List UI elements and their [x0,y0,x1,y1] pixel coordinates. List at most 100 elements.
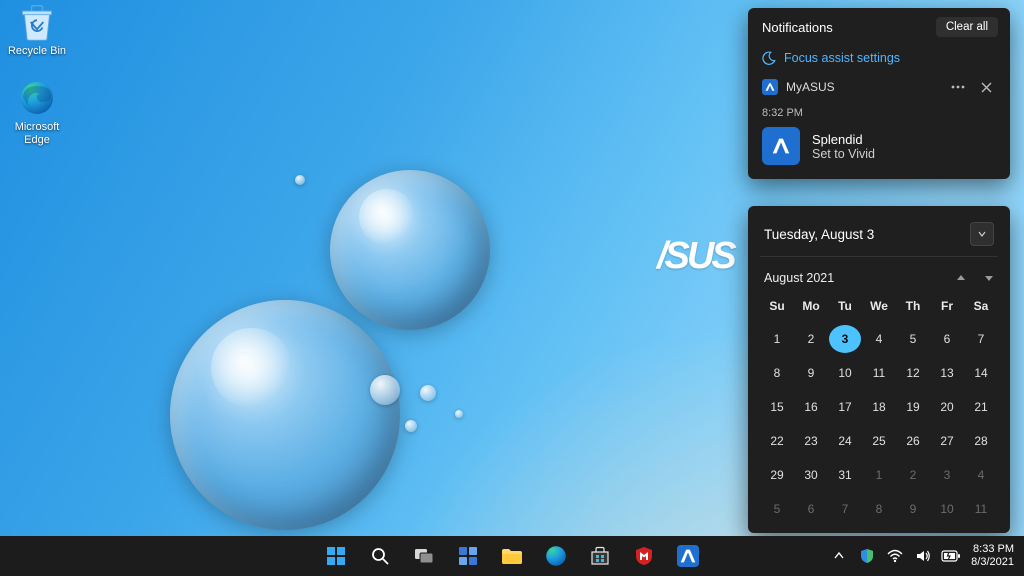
widgets-icon [458,546,478,566]
taskbar-clock[interactable]: 8:33 PM 8/3/2021 [967,543,1020,569]
calendar-day[interactable]: 7 [965,325,997,353]
volume-tray-button[interactable] [911,539,935,573]
wallpaper-bubble [330,170,490,330]
focus-assist-label: Focus assist settings [784,51,900,65]
calendar-day[interactable]: 5 [761,495,793,523]
myasus-taskbar-button[interactable] [669,539,707,573]
wallpaper-droplet [420,385,436,401]
notification-card[interactable]: MyASUS 8:32 PM Splendid Set to Vivid [760,75,998,167]
calendar-day[interactable]: 6 [931,325,963,353]
calendar-next-month-button[interactable] [984,273,994,283]
calendar-collapse-button[interactable] [970,222,994,246]
widgets-button[interactable] [449,539,487,573]
calendar-day[interactable]: 3 [829,325,861,353]
battery-icon [941,550,961,562]
calendar-day[interactable]: 6 [795,495,827,523]
calendar-day[interactable]: 16 [795,393,827,421]
calendar-day[interactable]: 24 [829,427,861,455]
calendar-day[interactable]: 23 [795,427,827,455]
calendar-day[interactable]: 11 [965,495,997,523]
calendar-day[interactable]: 4 [965,461,997,489]
calendar-day[interactable]: 10 [829,359,861,387]
calendar-day[interactable]: 9 [897,495,929,523]
file-explorer-button[interactable] [493,539,531,573]
calendar-day[interactable]: 8 [863,495,895,523]
taskbar: 8:33 PM 8/3/2021 [0,536,1024,576]
calendar-day[interactable]: 31 [829,461,861,489]
calendar-day[interactable]: 27 [931,427,963,455]
calendar-dow-header: Sa [964,295,998,319]
notification-more-button[interactable] [947,83,969,91]
mcafee-button[interactable] [625,539,663,573]
calendar-day[interactable]: 19 [897,393,929,421]
calendar-day[interactable]: 2 [897,461,929,489]
task-view-button[interactable] [405,539,443,573]
search-button[interactable] [361,539,399,573]
calendar-day[interactable]: 11 [863,359,895,387]
notifications-panel: Notifications Clear all Focus assist set… [748,8,1010,179]
wifi-tray-button[interactable] [883,539,907,573]
calendar-day[interactable]: 9 [795,359,827,387]
calendar-day[interactable]: 20 [931,393,963,421]
notification-time: 8:32 PM [760,101,998,127]
calendar-day[interactable]: 15 [761,393,793,421]
calendar-day[interactable]: 3 [931,461,963,489]
wallpaper-bubble [170,300,400,530]
wallpaper-droplet [295,175,305,185]
calendar-day[interactable]: 5 [897,325,929,353]
calendar-day[interactable]: 29 [761,461,793,489]
calendar-month-label[interactable]: August 2021 [764,271,834,285]
calendar-day[interactable]: 2 [795,325,827,353]
calendar-dow-header: Th [896,295,930,319]
recycle-bin-icon [17,2,57,42]
myasus-large-icon [762,127,800,165]
desktop-icon-label: Microsoft Edge [15,121,60,147]
desktop-icon-microsoft-edge[interactable]: Microsoft Edge [2,78,72,147]
myasus-icon [677,545,699,567]
wallpaper-droplet [455,410,463,418]
notification-close-button[interactable] [977,80,996,95]
focus-assist-link[interactable]: Focus assist settings [748,45,1010,75]
edge-taskbar-button[interactable] [537,539,575,573]
calendar-day[interactable]: 26 [897,427,929,455]
calendar-day[interactable]: 7 [829,495,861,523]
calendar-day[interactable]: 14 [965,359,997,387]
calendar-day[interactable]: 8 [761,359,793,387]
notifications-title: Notifications [762,20,833,35]
clock-time: 8:33 PM [971,543,1014,556]
calendar-day[interactable]: 1 [761,325,793,353]
calendar-panel: Tuesday, August 3 August 2021 SuMoTuWeTh… [748,206,1010,533]
calendar-day[interactable]: 4 [863,325,895,353]
start-button[interactable] [317,539,355,573]
calendar-day[interactable]: 22 [761,427,793,455]
desktop-icon-recycle-bin[interactable]: Recycle Bin [2,2,72,58]
calendar-day[interactable]: 30 [795,461,827,489]
microsoft-store-button[interactable] [581,539,619,573]
calendar-day[interactable]: 12 [897,359,929,387]
calendar-dow-header: Mo [794,295,828,319]
chevron-up-icon [833,550,845,562]
calendar-day[interactable]: 10 [931,495,963,523]
chevron-down-icon [978,230,986,238]
windows-security-tray-button[interactable] [855,539,879,573]
tray-overflow-button[interactable] [827,539,851,573]
moon-icon [762,51,776,65]
calendar-dow-header: Su [760,295,794,319]
calendar-day[interactable]: 18 [863,393,895,421]
calendar-dow-header: Fr [930,295,964,319]
battery-tray-button[interactable] [939,539,963,573]
store-icon [590,546,610,566]
wallpaper-droplet [370,375,400,405]
taskbar-tray: 8:33 PM 8/3/2021 [827,536,1020,576]
calendar-day[interactable]: 13 [931,359,963,387]
wallpaper-brand-logo: /SUS [657,235,734,278]
calendar-day[interactable]: 17 [829,393,861,421]
calendar-day[interactable]: 25 [863,427,895,455]
calendar-day[interactable]: 21 [965,393,997,421]
calendar-day[interactable]: 1 [863,461,895,489]
clear-all-button[interactable]: Clear all [936,17,998,37]
calendar-day[interactable]: 28 [965,427,997,455]
calendar-dow-header: Tu [828,295,862,319]
mcafee-shield-icon [634,546,654,566]
calendar-prev-month-button[interactable] [956,273,966,283]
